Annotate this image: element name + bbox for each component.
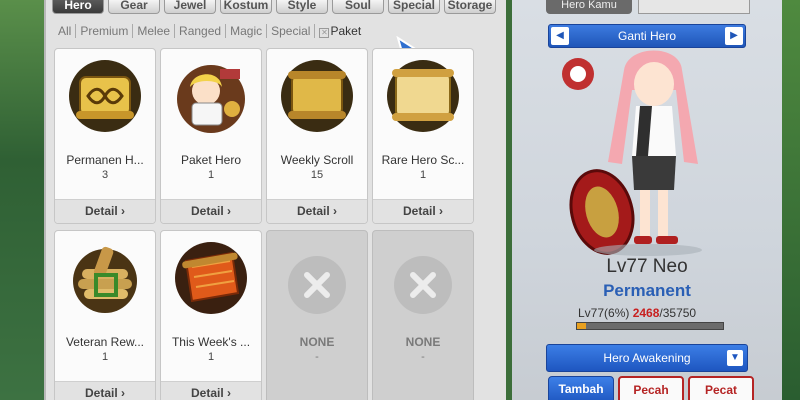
pecah-button[interactable]: Pecah [618, 376, 684, 400]
hero-action-buttons: Tambah Pecah Pecat [548, 376, 754, 400]
tab-blank [638, 0, 750, 14]
pecat-button[interactable]: Pecat [688, 376, 754, 400]
detail-label: Detail [84, 386, 118, 400]
close-icon [394, 256, 452, 314]
red-scroll-icon [175, 242, 247, 314]
item-count: - [421, 351, 425, 363]
item-card-empty: NONE - [372, 230, 474, 400]
switch-hero-label: Ganti Hero [617, 29, 677, 43]
item-name: NONE [405, 335, 441, 349]
detail-label: Detail [84, 204, 118, 218]
filter-melee[interactable]: Melee [133, 24, 176, 38]
tab-gear[interactable]: Gear [108, 0, 160, 14]
game-background-left [0, 0, 44, 400]
hero-awakening-dropdown[interactable]: Hero Awakening ▼ [546, 344, 748, 372]
detail-button[interactable]: Detail › [55, 381, 155, 400]
week-scroll-icon [281, 60, 353, 132]
rare-scroll-icon [387, 60, 459, 132]
close-icon [288, 256, 346, 314]
detail-label: Detail [296, 204, 330, 218]
item-count: 1 [207, 169, 215, 181]
filter-all[interactable]: All [58, 24, 77, 38]
tab-special[interactable]: Special [388, 0, 440, 14]
detail-button[interactable]: Detail › [161, 199, 261, 223]
item-name: Weekly Scroll [280, 153, 354, 167]
hero-status: Permanent [603, 281, 691, 300]
detail-button[interactable]: Detail › [55, 199, 155, 223]
hero-awakening-label: Hero Awakening [603, 351, 691, 365]
item-name: Veteran Rew... [65, 335, 145, 349]
exp-bar [576, 322, 724, 330]
item-count: 1 [101, 351, 109, 363]
detail-label: Detail [190, 204, 224, 218]
item-card-empty: NONE - [266, 230, 368, 400]
item-name: NONE [299, 335, 335, 349]
detail-label: Detail [190, 386, 224, 400]
chevron-down-icon: ▼ [727, 350, 743, 366]
checkbox-icon[interactable]: ✕ [319, 28, 330, 38]
tab-hero[interactable]: Hero [52, 0, 104, 14]
hero-panel: Hero Kamu ◀ Ganti Hero ▶ Lv77 Neo Perman… [512, 0, 782, 400]
detail-button[interactable]: Detail › [373, 199, 473, 223]
item-count: 1 [207, 351, 215, 363]
tab-hero-kamu[interactable]: Hero Kamu [546, 0, 632, 14]
chevron-right-icon[interactable]: ▶ [725, 27, 743, 45]
inventory-panel: Hero Gear Jewel Kostum Style Soul Specia… [44, 0, 538, 400]
item-grid: Permanen H... 3 Detail › Paket Hero 1 De… [54, 48, 474, 400]
item-card-permanen-hero[interactable]: Permanen H... 3 Detail › [54, 48, 156, 224]
filter-bar: All Premium Melee Ranged Magic Special ✕… [58, 24, 365, 38]
item-card-rare-hero-scroll[interactable]: Rare Hero Sc... 1 Detail › [372, 48, 474, 224]
filter-paket[interactable]: ✕ Paket [315, 24, 365, 38]
item-card-weekly-scroll[interactable]: Weekly Scroll 15 Detail › [266, 48, 368, 224]
inventory-tabs: Hero Gear Jewel Kostum Style Soul Specia… [52, 0, 496, 14]
item-card-this-weeks[interactable]: This Week's ... 1 Detail › [160, 230, 262, 400]
item-name: Rare Hero Sc... [381, 153, 465, 167]
detail-label: Detail [402, 204, 436, 218]
filter-ranged[interactable]: Ranged [175, 24, 227, 38]
hero-package-icon [177, 65, 245, 133]
game-background-right [782, 0, 800, 400]
exp-total: /35750 [659, 306, 697, 320]
detail-button[interactable]: Detail › [161, 381, 261, 400]
item-count: - [315, 351, 319, 363]
exp-current: 2468 [632, 306, 660, 320]
item-count: 1 [419, 169, 427, 181]
scroll-infinity-icon [69, 60, 141, 132]
item-count: 15 [310, 169, 324, 181]
filter-special[interactable]: Special [267, 24, 316, 38]
filter-premium[interactable]: Premium [76, 24, 134, 38]
item-count: 3 [101, 169, 109, 181]
filter-paket-label: Paket [330, 24, 362, 38]
item-card-veteran-reward[interactable]: Veteran Rew... 1 Detail › [54, 230, 156, 400]
scroll-bundle-icon [73, 246, 137, 313]
tab-style[interactable]: Style [276, 0, 328, 14]
exp-bar-fill [577, 323, 586, 329]
item-name: Paket Hero [180, 153, 242, 167]
tab-jewel[interactable]: Jewel [164, 0, 216, 14]
hero-level-name: Lv77 Neo [606, 256, 688, 277]
chevron-left-icon[interactable]: ◀ [551, 27, 569, 45]
item-name: This Week's ... [171, 335, 251, 349]
item-card-paket-hero[interactable]: Paket Hero 1 Detail › [160, 48, 262, 224]
tambah-button[interactable]: Tambah [548, 376, 614, 400]
item-name: Permanen H... [66, 153, 144, 167]
exp-text: Lv77(6%) 2468/35750 [578, 306, 696, 320]
tab-kostum[interactable]: Kostum [220, 0, 272, 14]
exp-prefix: Lv77(6%) [578, 306, 630, 320]
detail-button[interactable]: Detail › [267, 199, 367, 223]
tab-soul[interactable]: Soul [332, 0, 384, 14]
tab-storage[interactable]: Storage [444, 0, 496, 14]
hero-character-portrait [562, 50, 702, 256]
filter-magic[interactable]: Magic [226, 24, 268, 38]
